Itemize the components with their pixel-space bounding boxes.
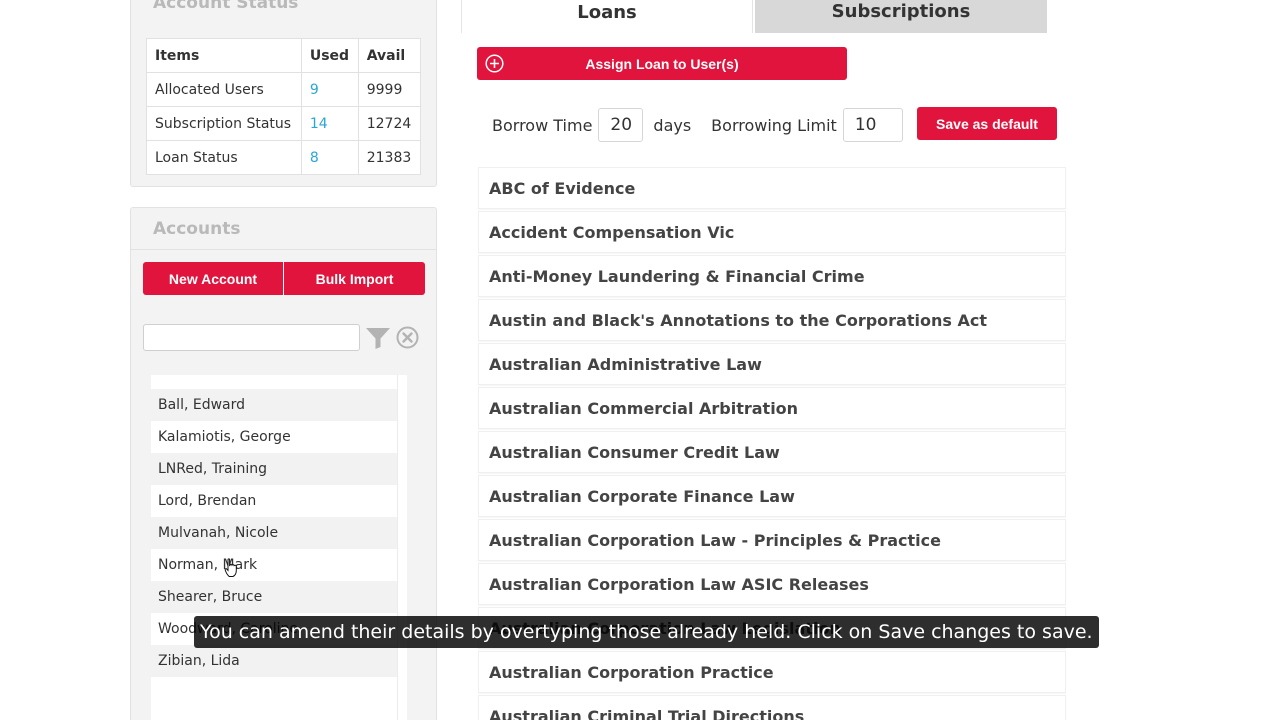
account-list-item[interactable]: Norman, Mark [151,549,397,581]
status-avail-value: 12724 [357,106,422,141]
account-list-scrollbar[interactable] [397,375,407,720]
accounts-title: Accounts [153,219,241,239]
loan-title-item[interactable]: Australian Commercial Arbitration [478,387,1066,429]
loan-title-item[interactable]: Australian Administrative Law [478,343,1066,385]
tab-subscriptions[interactable]: Subscriptions [755,0,1047,33]
borrow-time-label: Borrow Time [492,115,593,135]
status-avail-value: 21383 [357,140,422,175]
new-account-button[interactable]: New Account [143,262,284,295]
assign-loan-label: Assign Loan to User(s) [585,55,739,72]
borrowing-limit-label: Borrowing Limit [711,115,837,135]
status-item-label: Allocated Users [146,72,302,107]
status-used-value[interactable]: 14 [300,106,359,141]
divider [131,249,436,250]
loan-title-item[interactable]: ABC of Evidence [478,167,1066,209]
column-header-used: Used [300,38,359,73]
table-row: Loan Status 8 21383 [146,140,422,175]
table-header-row: Items Used Avail [146,38,422,73]
table-row: Subscription Status 14 12724 [146,106,422,141]
status-item-label: Loan Status [146,140,302,175]
table-row: Allocated Users 9 9999 [146,72,422,107]
status-avail-value: 9999 [357,72,422,107]
filter-icon[interactable] [365,326,391,350]
account-status-panel: Account Status Items Used Avail Allocate… [130,0,437,187]
bulk-import-button[interactable]: Bulk Import [284,262,425,295]
loan-title-item[interactable]: Accident Compensation Vic [478,211,1066,253]
loan-title-item[interactable]: Australian Criminal Trial Directions [478,695,1066,720]
column-header-items: Items [146,38,302,73]
assign-loan-button[interactable]: Assign Loan to User(s) [477,47,847,80]
loan-title-item[interactable]: Australian Corporation Law - Principles … [478,519,1066,561]
loan-title-item[interactable]: Austin and Black's Annotations to the Co… [478,299,1066,341]
clear-circle-icon[interactable] [396,326,419,349]
account-list-item[interactable]: Mulvanah, Nicole [151,517,397,549]
status-item-label: Subscription Status [146,106,302,141]
account-list-item[interactable]: Zibian, Lida [151,645,397,677]
tab-loans[interactable]: Loans [461,0,753,33]
account-status-table: Items Used Avail Allocated Users 9 9999 … [146,38,422,175]
borrowing-limit-input[interactable]: 10 [842,108,903,142]
video-subtitle: You can amend their details by overtypin… [194,616,1099,648]
save-as-default-button[interactable]: Save as default [917,107,1057,140]
status-used-value[interactable]: 8 [300,140,359,175]
borrow-settings-row: Borrow Time 20 days Borrowing Limit 10 [492,108,903,142]
hand-pointer-icon [224,558,237,577]
loan-title-item[interactable]: Australian Consumer Credit Law [478,431,1066,473]
column-header-avail: Avail [357,38,422,73]
account-list-item[interactable]: LNRed, Training [151,453,397,485]
loan-title-item[interactable]: Australian Corporation Law ASIC Releases [478,563,1066,605]
accounts-button-group: New Account Bulk Import [143,262,425,295]
account-list-item[interactable]: Shearer, Bruce [151,581,397,613]
account-list-item[interactable]: Kalamiotis, George [151,421,397,453]
account-status-title: Account Status [153,0,299,13]
account-list: Ball, Edward Kalamiotis, George LNRed, Tra… [151,375,397,720]
plus-circle-icon [485,54,504,73]
borrow-time-input[interactable]: 20 [598,108,644,142]
account-search-input[interactable] [143,324,360,351]
days-label: days [653,115,692,135]
loan-title-item[interactable]: Australian Corporate Finance Law [478,475,1066,517]
loan-title-item[interactable]: Anti-Money Laundering & Financial Crime [478,255,1066,297]
account-list-item[interactable]: Ball, Edward [151,389,397,421]
loan-title-item[interactable]: Australian Corporation Practice [478,651,1066,693]
status-used-value[interactable]: 9 [300,72,359,107]
account-list-item[interactable]: Lord, Brendan [151,485,397,517]
